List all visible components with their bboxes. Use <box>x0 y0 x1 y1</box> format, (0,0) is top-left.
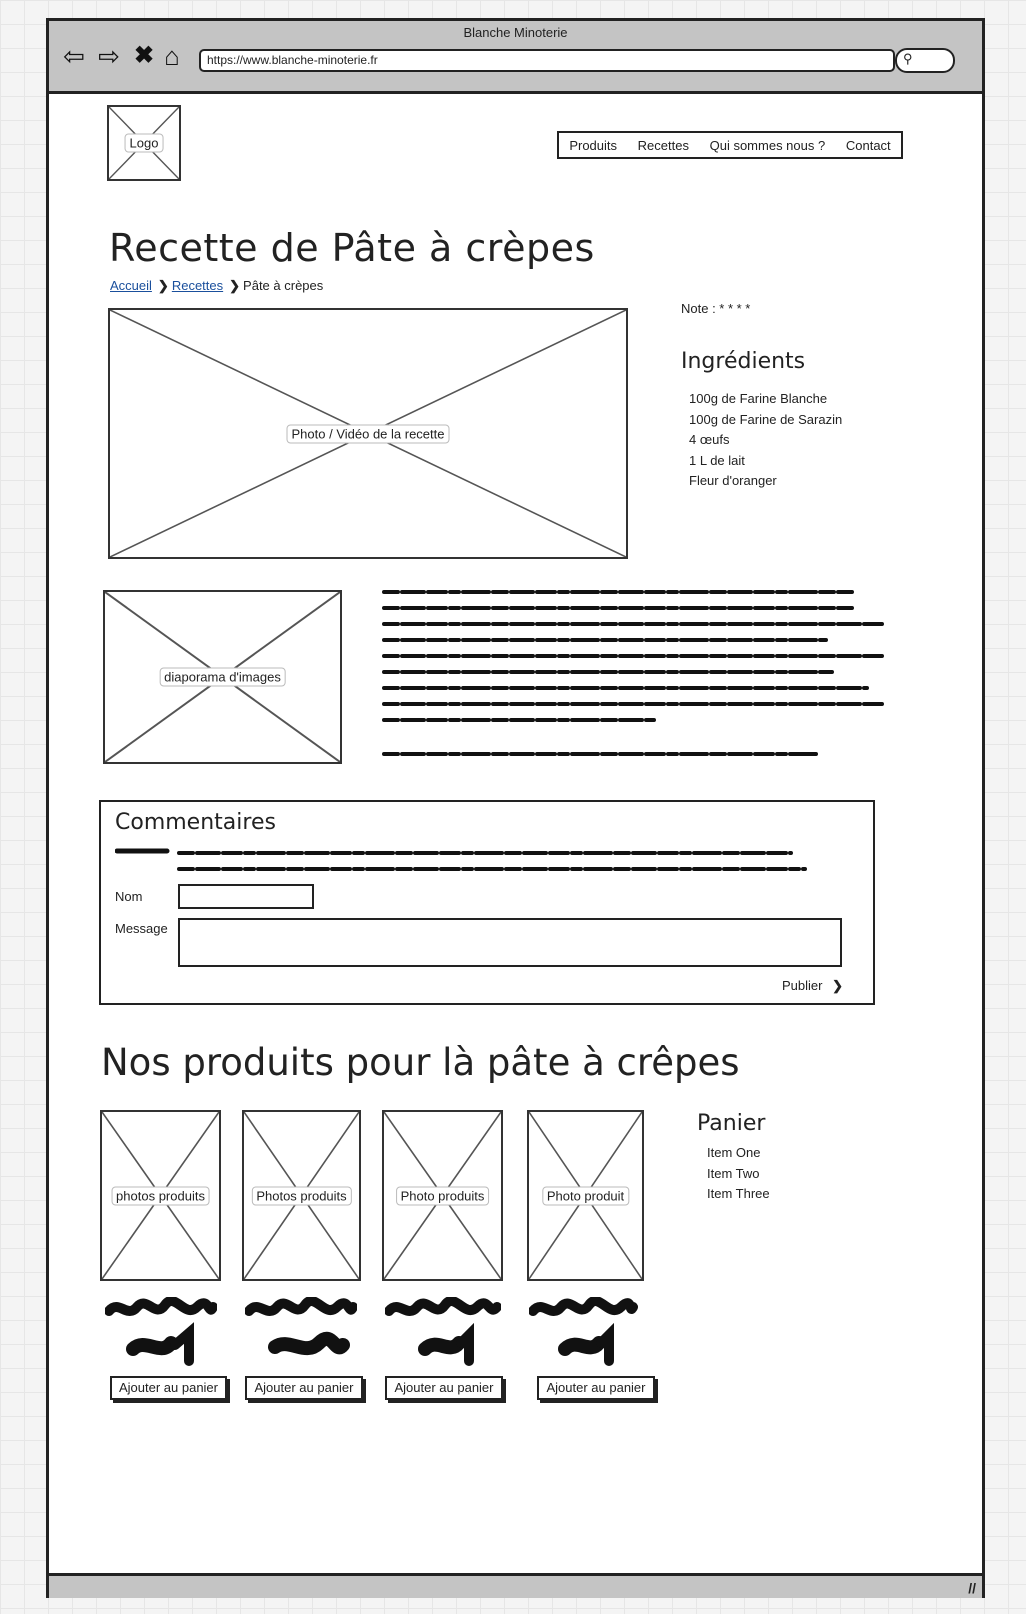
add-to-cart-button[interactable]: Ajouter au panier <box>110 1376 227 1400</box>
status-bar: // <box>49 1573 982 1598</box>
browser-toolbar: Blanche Minoterie ⇦ ⇨ ✖ ⌂ https://www.bl… <box>49 21 982 94</box>
product-photo[interactable]: Photo produits <box>382 1110 503 1281</box>
main-menu: Produits Recettes Qui sommes nous ? Cont… <box>557 131 903 159</box>
product-photo-label: Photos produits <box>251 1186 352 1205</box>
product-photo[interactable]: Photos produits <box>242 1110 361 1281</box>
slideshow-placeholder[interactable]: diaporama d'images <box>103 590 342 764</box>
chevron-right-icon: ❯ <box>157 278 169 293</box>
comment-text <box>115 848 807 871</box>
logo-placeholder[interactable]: Logo <box>107 105 181 181</box>
product-name-price <box>529 1297 638 1366</box>
forward-icon[interactable]: ⇨ <box>94 41 124 71</box>
recipe-media-placeholder[interactable]: Photo / Vidéo de la recette <box>108 308 628 559</box>
search-icon: ⚲ <box>903 51 913 66</box>
product-photo[interactable]: Photo produit <box>527 1110 644 1281</box>
cart-item[interactable]: Item One <box>707 1143 770 1164</box>
publish-button[interactable]: Publier ❯ <box>782 978 843 994</box>
ingredient-item: 100g de Farine Blanche <box>689 391 828 406</box>
message-label: Message <box>115 921 168 936</box>
comments-panel: Commentaires Nom Message Publier ❯ <box>99 800 875 1005</box>
home-icon[interactable]: ⌂ <box>157 41 187 71</box>
add-to-cart-button[interactable]: Ajouter au panier <box>245 1376 363 1400</box>
breadcrumb-home-link[interactable]: Accueil <box>110 278 152 293</box>
product-photo-label: Photo produit <box>541 1186 630 1205</box>
product-photo[interactable]: photos produits <box>100 1110 221 1281</box>
rating: Note : * * * * <box>681 301 751 316</box>
ingredient-item: 1 L de lait <box>689 452 745 468</box>
product-name-price <box>105 1297 217 1366</box>
products-section-title: Nos produits pour là pâte à crêpes <box>101 1041 740 1084</box>
menu-item-about[interactable]: Qui sommes nous ? <box>710 138 826 153</box>
window-title: Blanche Minoterie <box>463 25 568 40</box>
ingredient-item: 100g de Farine de Sarazin <box>689 411 843 427</box>
product-name-price <box>385 1297 501 1366</box>
chevron-right-icon: ❯ <box>832 978 843 993</box>
breadcrumb: Accueil ❯ Recettes ❯ Pâte à crèpes <box>110 278 323 294</box>
ingredient-item: 4 œufs <box>689 432 730 447</box>
comments-title: Commentaires <box>115 810 276 835</box>
logo-label: Logo <box>124 133 164 153</box>
slideshow-label: diaporama d'images <box>159 667 286 687</box>
message-textarea[interactable] <box>178 918 842 967</box>
address-bar[interactable]: https://www.blanche-minoterie.fr <box>199 49 895 72</box>
recipe-text-block <box>382 590 884 756</box>
breadcrumb-current: Pâte à crèpes <box>243 278 324 293</box>
product-photo-label: Photo produits <box>395 1186 490 1205</box>
recipe-media-label: Photo / Vidéo de la recette <box>286 424 450 443</box>
cart-item[interactable]: Item Three <box>707 1184 770 1205</box>
resize-grip-icon[interactable]: // <box>968 1580 976 1596</box>
page-title: Recette de Pâte à crèpes <box>109 226 595 270</box>
cart-item[interactable]: Item Two <box>707 1164 770 1185</box>
cart-title: Panier <box>697 1111 766 1136</box>
browser-search-field[interactable]: ⚲ <box>895 48 955 73</box>
back-icon[interactable]: ⇦ <box>59 41 89 71</box>
stop-icon[interactable]: ✖ <box>129 41 159 71</box>
breadcrumb-recettes-link[interactable]: Recettes <box>172 278 223 293</box>
ingredients-title: Ingrédients <box>681 349 806 374</box>
name-label: Nom <box>115 889 143 904</box>
product-photo-label: photos produits <box>111 1186 210 1205</box>
browser-window: Blanche Minoterie ⇦ ⇨ ✖ ⌂ https://www.bl… <box>46 18 985 1598</box>
chevron-right-icon: ❯ <box>229 278 241 293</box>
ingredients-list: 100g de Farine Blanche 100g de Farine de… <box>689 389 842 492</box>
ingredient-item: Fleur d'oranger <box>689 473 777 488</box>
add-to-cart-button[interactable]: Ajouter au panier <box>537 1376 655 1400</box>
name-input[interactable] <box>178 884 314 909</box>
menu-item-recettes[interactable]: Recettes <box>638 138 689 153</box>
add-to-cart-button[interactable]: Ajouter au panier <box>385 1376 503 1400</box>
cart-list: Item One Item Two Item Three <box>707 1143 770 1205</box>
publish-label: Publier <box>782 978 823 993</box>
menu-item-produits[interactable]: Produits <box>569 138 617 153</box>
product-name-price <box>245 1297 357 1356</box>
menu-item-contact[interactable]: Contact <box>846 138 891 153</box>
